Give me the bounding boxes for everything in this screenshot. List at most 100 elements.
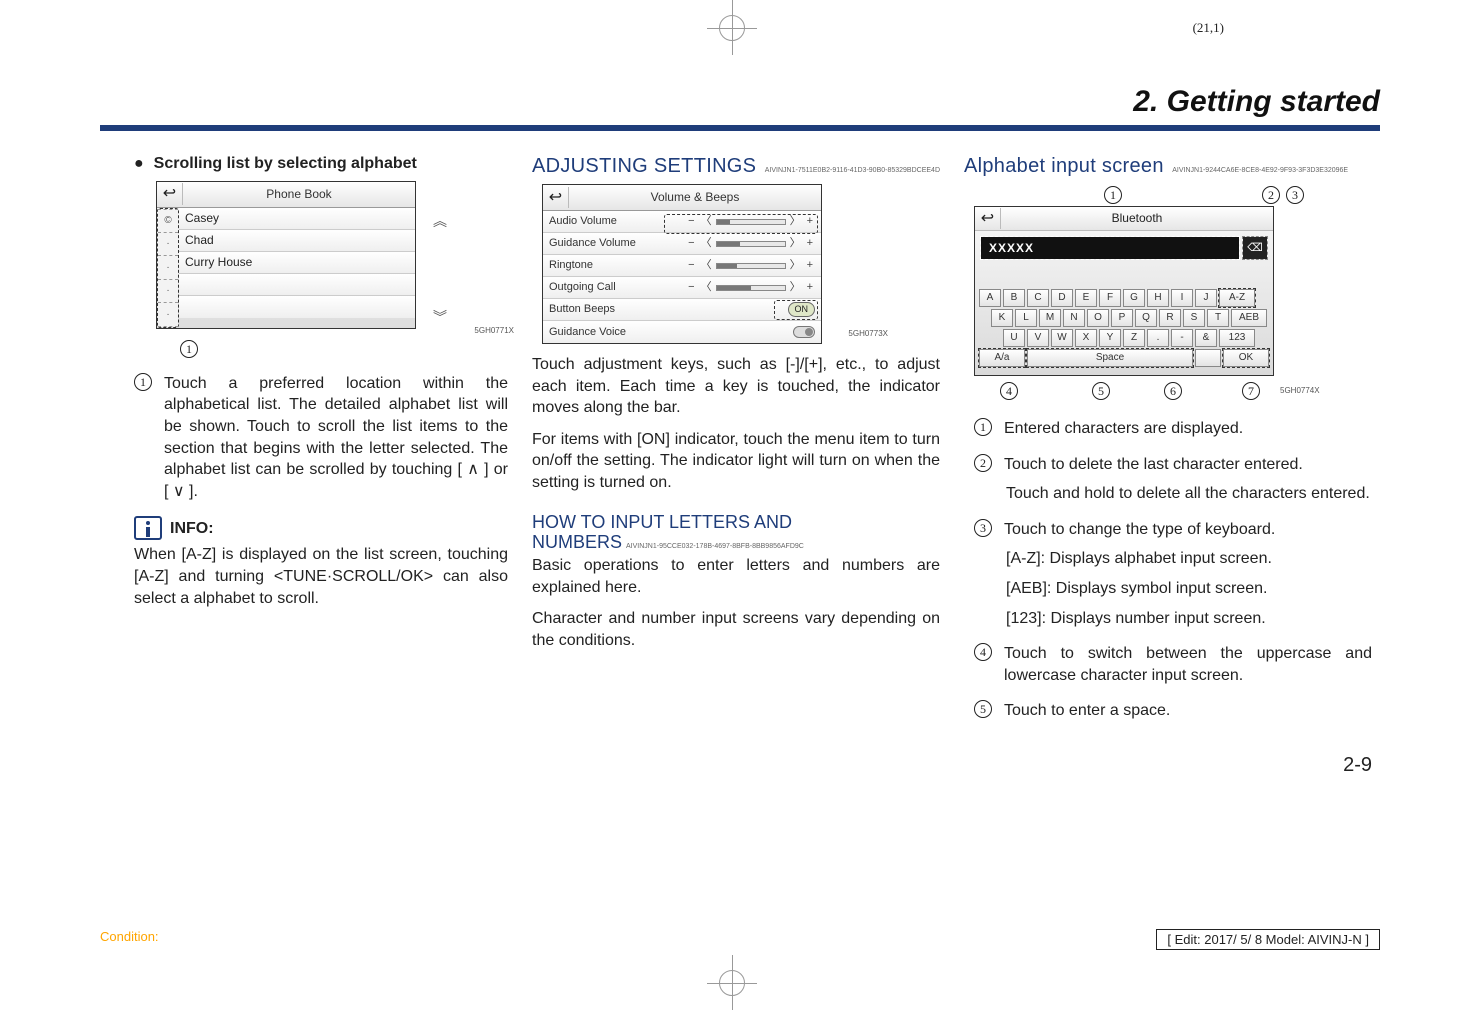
- scroll-down-icon[interactable]: ︾: [433, 308, 447, 327]
- figure-code: 5GH0774X: [1280, 386, 1320, 397]
- key[interactable]: H: [1147, 289, 1169, 307]
- setting-row[interactable]: Outgoing Call −〈〉+: [543, 277, 821, 299]
- key[interactable]: R: [1159, 309, 1181, 327]
- bullet-heading-text: Scrolling list by selecting alphabet: [154, 153, 417, 175]
- setting-label: Ringtone: [549, 258, 654, 273]
- list-item[interactable]: [179, 296, 415, 318]
- item-text: Touch to switch between the uppercase an…: [1004, 643, 1372, 686]
- paragraph: Touch adjustment keys, such as [-]/[+], …: [532, 354, 940, 419]
- alphabet-sidebar[interactable]: © · · · ·: [157, 208, 179, 328]
- key[interactable]: O: [1087, 309, 1109, 327]
- setting-label: Audio Volume: [549, 214, 654, 229]
- key[interactable]: M: [1039, 309, 1061, 327]
- key-ok[interactable]: OK: [1223, 349, 1269, 367]
- numbered-item-3: 3 Touch to change the type of keyboard.: [974, 519, 1372, 541]
- figure-code: 5GH0773X: [848, 329, 888, 340]
- setting-row[interactable]: Ringtone −〈〉+: [543, 255, 821, 277]
- registration-mark-bottom: [717, 955, 747, 1010]
- key[interactable]: U: [1003, 329, 1025, 347]
- column-1: ● Scrolling list by selecting alphabet ↩…: [100, 153, 508, 779]
- section-heading: ADJUSTING SETTINGS AIVINJN1-7511E0B2-911…: [532, 153, 940, 180]
- key[interactable]: I: [1171, 289, 1193, 307]
- item-text: Touch to enter a space.: [1004, 700, 1372, 722]
- key-mode[interactable]: AEB: [1231, 309, 1267, 327]
- key[interactable]: K: [991, 309, 1013, 327]
- key-case[interactable]: A/a: [979, 349, 1025, 367]
- sidebar-letter[interactable]: ·: [158, 303, 178, 326]
- callout-6: 6: [1164, 382, 1182, 400]
- bullet-marker: ●: [134, 156, 144, 178]
- key[interactable]: S: [1183, 309, 1205, 327]
- list-item[interactable]: [179, 274, 415, 296]
- key[interactable]: E: [1075, 289, 1097, 307]
- callout-3: 3: [1286, 186, 1304, 204]
- key[interactable]: V: [1027, 329, 1049, 347]
- setting-label: Button Beeps: [549, 302, 654, 317]
- key[interactable]: .: [1147, 329, 1169, 347]
- key[interactable]: X: [1075, 329, 1097, 347]
- back-icon[interactable]: ↩: [543, 187, 569, 209]
- key-mode[interactable]: A-Z: [1219, 289, 1255, 307]
- key-blank[interactable]: [1195, 349, 1221, 367]
- volume-figure: ↩ Volume & Beeps Audio Volume −〈〉+ Guida…: [542, 184, 852, 344]
- sidebar-letter[interactable]: ©: [158, 209, 178, 233]
- toggle-icon[interactable]: [793, 326, 815, 338]
- setting-row[interactable]: Guidance Voice: [543, 321, 821, 343]
- key[interactable]: Z: [1123, 329, 1145, 347]
- key[interactable]: W: [1051, 329, 1073, 347]
- setting-row[interactable]: Guidance Volume −〈〉+: [543, 233, 821, 255]
- key[interactable]: A: [979, 289, 1001, 307]
- key[interactable]: &: [1195, 329, 1217, 347]
- numbered-item-2: 2 Touch to delete the last character ent…: [974, 454, 1372, 476]
- key[interactable]: D: [1051, 289, 1073, 307]
- item-marker: 4: [974, 643, 992, 661]
- chapter-rule: [100, 125, 1380, 131]
- numbered-item-4: 4 Touch to switch between the uppercase …: [974, 643, 1372, 686]
- callout-5: 5: [1092, 382, 1110, 400]
- key[interactable]: L: [1015, 309, 1037, 327]
- paragraph: Basic operations to enter letters and nu…: [532, 555, 940, 598]
- back-icon[interactable]: ↩: [975, 208, 1001, 230]
- key[interactable]: T: [1207, 309, 1229, 327]
- key[interactable]: Y: [1099, 329, 1121, 347]
- sidebar-letter[interactable]: ·: [158, 256, 178, 279]
- page-footer: Condition: [ Edit: 2017/ 5/ 8 Model: AIV…: [100, 929, 1380, 950]
- list-item[interactable]: Casey: [179, 208, 415, 230]
- info-text: When [A-Z] is displayed on the list scre…: [134, 544, 508, 609]
- scroll-arrows: ︽ ︾: [433, 212, 447, 328]
- heading-guid: AIVINJN1-9244CA6E-8CE8-4E92-9F93-3F3D3E3…: [1172, 167, 1348, 174]
- back-icon[interactable]: ↩: [157, 183, 183, 205]
- key[interactable]: Q: [1135, 309, 1157, 327]
- heading-line1: HOW TO INPUT LETTERS AND: [532, 512, 792, 532]
- key-mode[interactable]: 123: [1219, 329, 1255, 347]
- key[interactable]: F: [1099, 289, 1121, 307]
- list-item[interactable]: Chad: [179, 230, 415, 252]
- key[interactable]: C: [1027, 289, 1049, 307]
- numbered-item-1: 1 Entered characters are displayed.: [974, 418, 1372, 440]
- key[interactable]: B: [1003, 289, 1025, 307]
- key[interactable]: -: [1171, 329, 1193, 347]
- item-text: Entered characters are displayed.: [1004, 418, 1372, 440]
- volume-screen: ↩ Volume & Beeps Audio Volume −〈〉+ Guida…: [542, 184, 822, 344]
- paragraph: Character and number input screens vary …: [532, 608, 940, 651]
- sidebar-letter[interactable]: ·: [158, 233, 178, 256]
- subsection-heading: HOW TO INPUT LETTERS AND NUMBERS AIVINJN1…: [532, 512, 940, 553]
- key[interactable]: G: [1123, 289, 1145, 307]
- column-2: ADJUSTING SETTINGS AIVINJN1-7511E0B2-911…: [532, 153, 940, 779]
- item-marker: 2: [974, 454, 992, 472]
- sidebar-letter[interactable]: ·: [158, 280, 178, 303]
- phonebook-list: Casey Chad Curry House: [179, 208, 415, 328]
- heading-guid: AIVINJN1-95CCE032-178B-4697-8BFB-8BB9856…: [626, 543, 804, 550]
- heading-line2: NUMBERS: [532, 532, 622, 552]
- footer-edit-box: [ Edit: 2017/ 5/ 8 Model: AIVINJ-N ]: [1156, 929, 1380, 950]
- key[interactable]: N: [1063, 309, 1085, 327]
- delete-key[interactable]: ⌫: [1243, 237, 1267, 259]
- key-space[interactable]: Space: [1027, 349, 1193, 367]
- heading-guid: AIVINJN1-7511E0B2-9116-41D3-90B0-85329BD…: [765, 167, 940, 174]
- key[interactable]: P: [1111, 309, 1133, 327]
- item-marker: 1: [974, 418, 992, 436]
- key[interactable]: J: [1195, 289, 1217, 307]
- volume-title: Volume & Beeps: [569, 189, 821, 205]
- list-item[interactable]: Curry House: [179, 252, 415, 274]
- scroll-up-icon[interactable]: ︽: [433, 212, 447, 231]
